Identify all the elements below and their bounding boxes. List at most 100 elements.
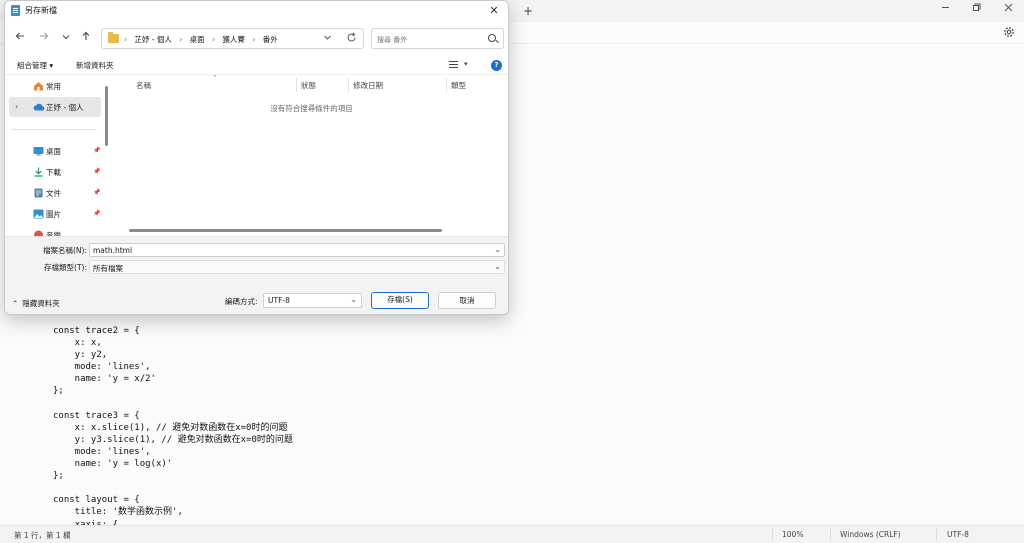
- new-folder-button[interactable]: 新增資料夾: [76, 60, 114, 71]
- address-bar[interactable]: › 芷妤 - 個人 › 桌面 › 獲人賽 › 番外: [101, 28, 364, 49]
- sidebar-item-downloads[interactable]: 下載 📌: [9, 162, 101, 182]
- recent-locations-button[interactable]: [59, 31, 73, 45]
- dialog-close-button[interactable]: ✕: [486, 3, 502, 19]
- filename-input[interactable]: math.html ⌄: [89, 243, 505, 257]
- empty-folder-message: 沒有符合搜尋條件的項目: [270, 104, 353, 113]
- sidebar-item-label: 桌面: [46, 147, 61, 156]
- breadcrumb-separator: ›: [252, 35, 256, 44]
- file-list[interactable]: ⌃ 名稱 狀態 修改日期 類型 沒有符合搜尋條件的項目: [113, 74, 508, 236]
- chevron-right-icon[interactable]: ›: [15, 102, 18, 111]
- minimize-icon: [941, 7, 949, 8]
- dialog-title: 另存新檔: [25, 6, 57, 15]
- address-dropdown[interactable]: [323, 33, 332, 45]
- save-options-panel: 檔案名稱(N): math.html ⌄ 存檔類型(T): 所有檔案 ⌄ ⌃ 隱藏…: [5, 236, 508, 314]
- up-button[interactable]: [79, 31, 93, 45]
- column-header-status[interactable]: 狀態: [301, 80, 316, 91]
- column-header-modified[interactable]: 修改日期: [353, 80, 383, 91]
- column-divider[interactable]: [348, 78, 349, 92]
- code-line[interactable]: [53, 398, 293, 410]
- code-line[interactable]: };: [53, 385, 293, 397]
- breadcrumb-item[interactable]: 芷妤 - 個人: [134, 35, 171, 44]
- back-button[interactable]: [13, 31, 27, 45]
- breadcrumb-item[interactable]: 獲人賽: [222, 35, 245, 44]
- line-ending[interactable]: Windows (CRLF): [840, 530, 901, 539]
- pin-icon: 📌: [93, 147, 101, 154]
- search-icon[interactable]: [488, 34, 496, 42]
- sidebar-divider: [11, 129, 97, 130]
- code-line[interactable]: const layout = {: [53, 494, 293, 506]
- sidebar-item-label: 圖片: [46, 210, 61, 219]
- horizontal-scrollbar[interactable]: [129, 229, 442, 232]
- code-line[interactable]: x: x,: [53, 337, 293, 349]
- filetype-value: 所有檔案: [93, 264, 123, 273]
- arrow-left-icon: [15, 32, 24, 40]
- zoom-level[interactable]: 100%: [782, 530, 803, 539]
- status-divider: [830, 529, 831, 541]
- code-line[interactable]: const trace3 = {: [53, 410, 293, 422]
- code-line[interactable]: mode: 'lines',: [53, 361, 293, 373]
- column-header-type[interactable]: 類型: [451, 80, 466, 91]
- sidebar-item-label: 芷妤 - 個人: [46, 103, 84, 112]
- code-line[interactable]: const trace2 = {: [53, 325, 293, 337]
- sidebar-scrollbar[interactable]: [105, 86, 108, 146]
- search-box[interactable]: 搜尋 番外: [371, 28, 504, 49]
- forward-button[interactable]: [37, 31, 51, 45]
- hide-folders-toggle[interactable]: ⌃ 隱藏資料夾: [12, 298, 60, 309]
- folder-icon: [108, 32, 119, 43]
- close-window-button[interactable]: [1000, 3, 1016, 17]
- desktop-icon: [33, 146, 44, 156]
- sidebar-item-desktop[interactable]: 桌面 📌: [9, 141, 101, 161]
- code-line[interactable]: };: [53, 470, 293, 482]
- organize-menu[interactable]: 組合管理 ▾: [17, 60, 53, 71]
- view-dropdown[interactable]: ▾: [464, 60, 468, 68]
- pin-icon: 📌: [93, 210, 101, 217]
- sidebar-item-music[interactable]: 音樂: [9, 225, 101, 236]
- chevron-down-icon[interactable]: ⌄: [494, 262, 501, 271]
- save-button[interactable]: 存檔(S): [371, 292, 429, 309]
- encoding-value: UTF-8: [268, 296, 290, 305]
- maximize-button[interactable]: [968, 3, 984, 17]
- column-divider[interactable]: [296, 78, 297, 92]
- sort-indicator-icon: ⌃: [212, 74, 218, 82]
- cursor-position: 第 1 行，第 1 欄: [14, 531, 71, 540]
- download-icon: [33, 167, 44, 177]
- minimize-button[interactable]: [937, 3, 953, 17]
- code-line[interactable]: title: '数学函数示例',: [53, 506, 293, 518]
- filetype-select[interactable]: 所有檔案 ⌄: [89, 260, 505, 274]
- view-options-icon[interactable]: [449, 61, 458, 68]
- breadcrumb-separator: ›: [179, 35, 183, 44]
- sidebar-item-pictures[interactable]: 圖片 📌: [9, 204, 101, 224]
- sidebar-item-home[interactable]: 常用: [9, 76, 101, 96]
- breadcrumb-item[interactable]: 番外: [263, 35, 278, 44]
- chevron-down-icon[interactable]: ⌄: [494, 245, 501, 254]
- column-divider[interactable]: [446, 78, 447, 92]
- settings-button[interactable]: [1002, 25, 1016, 39]
- new-tab-button[interactable]: +: [521, 4, 535, 18]
- dialog-titlebar: 另存新檔 ✕: [5, 1, 508, 21]
- column-header-name[interactable]: 名稱: [136, 80, 151, 91]
- hide-folders-label: 隱藏資料夾: [22, 299, 60, 308]
- sidebar-item-onedrive[interactable]: › 芷妤 - 個人: [9, 97, 101, 117]
- code-line[interactable]: x: x.slice(1), // 避免对数函数在x=0时的问题: [53, 422, 293, 434]
- code-line[interactable]: mode: 'lines',: [53, 446, 293, 458]
- search-input[interactable]: 搜尋 番外: [377, 35, 407, 45]
- code-line[interactable]: [53, 482, 293, 494]
- sidebar-item-label: 文件: [46, 189, 61, 198]
- breadcrumb-item[interactable]: 桌面: [190, 35, 205, 44]
- sidebar-item-documents[interactable]: 文件 📌: [9, 183, 101, 203]
- arrow-up-icon: [82, 31, 90, 40]
- encoding-select[interactable]: UTF-8 ⌄: [263, 293, 362, 308]
- code-line[interactable]: name: 'y = x/2': [53, 373, 293, 385]
- code-content[interactable]: const trace2 = { x: x, y: y2, mode: 'lin…: [53, 325, 293, 531]
- refresh-button[interactable]: [346, 32, 357, 46]
- filename-label: 檔案名稱(N):: [43, 246, 87, 255]
- pin-icon: 📌: [93, 168, 101, 175]
- code-line[interactable]: name: 'y = log(x)': [53, 458, 293, 470]
- code-line[interactable]: y: y3.slice(1), // 避免对数函数在x=0时的问题: [53, 434, 293, 446]
- encoding-label: 編碼方式:: [225, 297, 258, 306]
- code-line[interactable]: y: y2,: [53, 349, 293, 361]
- cancel-button[interactable]: 取消: [438, 292, 496, 309]
- help-icon[interactable]: ?: [491, 60, 502, 71]
- filename-value[interactable]: math.html: [93, 246, 132, 255]
- file-encoding[interactable]: UTF-8: [947, 530, 969, 539]
